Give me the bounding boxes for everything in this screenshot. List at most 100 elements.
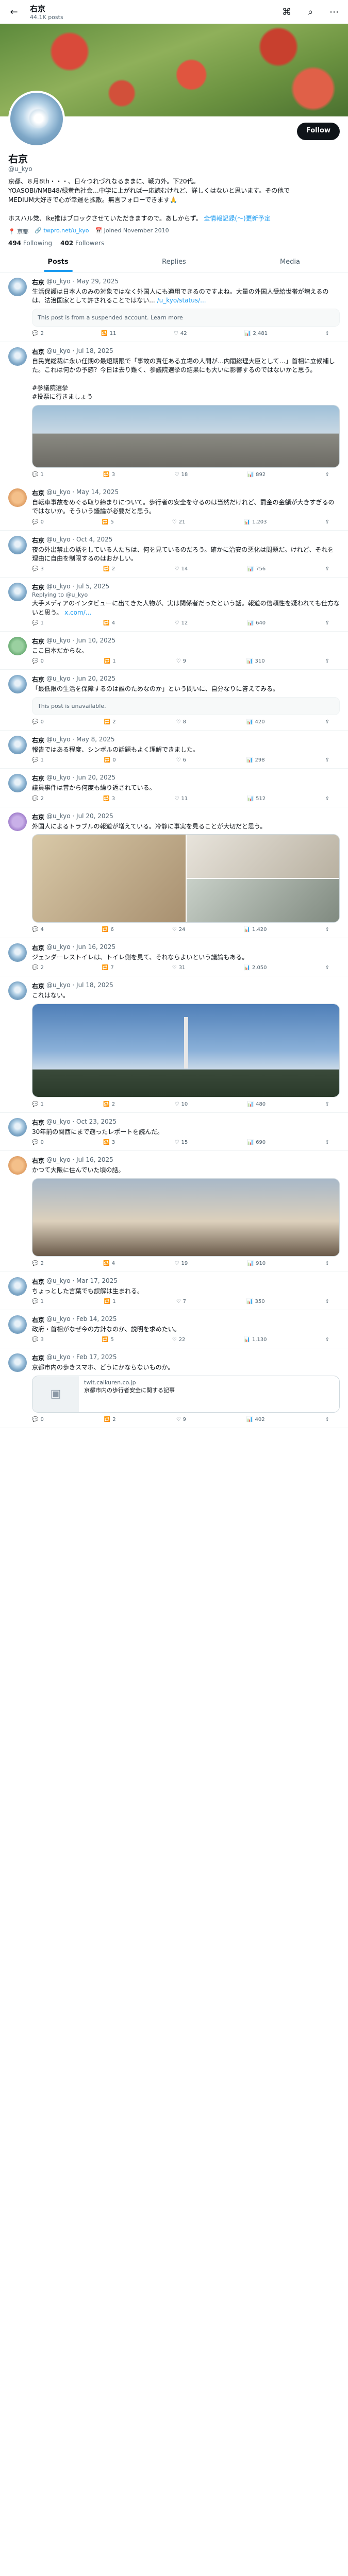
post-author-name[interactable]: 右京 [32,278,44,286]
repost-action[interactable]: 🔁 4 [103,1261,115,1266]
post-author-name[interactable]: 右京 [32,1353,44,1362]
post-image[interactable] [32,1178,339,1256]
post-author-name[interactable]: 右京 [32,812,44,821]
post-avatar[interactable] [8,774,27,793]
post[interactable]: 右京 @u_kyo · Oct 23, 2025 30年前の関西にまで遡ったレポ… [0,1113,348,1151]
post-media[interactable] [32,1003,340,1097]
repost-action[interactable]: 🔁 2 [103,1101,115,1107]
post[interactable]: 右京 @u_kyo · Oct 4, 2025 夜の外出禁止の話をしている人たち… [0,531,348,578]
post-media[interactable] [32,404,340,468]
share-action[interactable]: ⇪ [325,620,329,626]
post-avatar[interactable] [8,675,27,694]
post-avatar[interactable] [8,347,27,366]
share-action[interactable]: ⇪ [325,1261,329,1266]
reply-action[interactable]: 💬 0 [32,719,44,725]
post-avatar[interactable] [8,981,27,1001]
post-author-name[interactable]: 右京 [32,536,44,545]
views-action[interactable]: 📊 2,050 [243,965,267,971]
reply-action[interactable]: 💬 1 [32,757,44,763]
like-action[interactable]: ♡ 10 [175,1101,188,1107]
post-author-name[interactable]: 右京 [32,1156,44,1165]
share-action[interactable]: ⇪ [325,566,329,572]
reply-action[interactable]: 💬 3 [32,1337,44,1343]
post-author-name[interactable]: 右京 [32,347,44,356]
tab-replies[interactable]: Replies [116,251,232,272]
views-action[interactable]: 📊 298 [246,757,265,763]
share-action[interactable]: ⇪ [325,757,329,763]
like-action[interactable]: ♡ 31 [172,965,186,971]
share-action[interactable]: ⇪ [325,472,329,478]
post-author-name[interactable]: 右京 [32,675,44,684]
like-action[interactable]: ♡ 6 [176,757,186,763]
repost-action[interactable]: 🔁 4 [103,620,115,626]
repost-action[interactable]: 🔁 5 [102,519,114,525]
post[interactable]: 右京 @u_kyo · Jul 18, 2025 これはない。 💬 1 🔁 2 ♡ 1… [0,976,348,1113]
post-avatar[interactable] [8,637,27,656]
repost-action[interactable]: 🔁 3 [103,1140,115,1145]
following-stat[interactable]: 494 Following [8,240,52,247]
post[interactable]: 右京 @u_kyo · Jun 20, 2025 議員事件は昔から何度も繰り返さ… [0,769,348,807]
repost-action[interactable]: 🔁 1 [104,1299,116,1304]
repost-action[interactable]: 🔁 3 [103,796,115,802]
post-avatar[interactable] [8,583,27,602]
repost-action[interactable]: 🔁 1 [104,658,116,664]
website-link[interactable]: 🔗 twpro.net/u_kyo [35,227,89,235]
search-icon[interactable]: ⌕ [303,4,318,20]
more-icon[interactable]: ⋯ [326,4,342,20]
repost-action[interactable]: 🔁 0 [104,757,116,763]
reply-action[interactable]: 💬 0 [32,1140,44,1145]
post[interactable]: 右京 @u_kyo · Jul 20, 2025 外国人によるトラブルの報道が増… [0,807,348,939]
post-author-name[interactable]: 右京 [32,736,44,744]
views-action[interactable]: 📊 690 [247,1140,266,1145]
share-action[interactable]: ⇪ [325,1417,329,1422]
like-action[interactable]: ♡ 18 [175,472,188,478]
post[interactable]: 右京 @u_kyo · May 8, 2025 報告ではある程度、シンボルの話題… [0,731,348,769]
views-action[interactable]: 📊 420 [246,719,265,725]
reply-action[interactable]: 💬 1 [32,472,44,478]
like-action[interactable]: ♡ 19 [175,1261,188,1266]
like-action[interactable]: ♡ 8 [176,719,186,725]
repost-action[interactable]: 🔁 3 [103,472,115,478]
bio-link[interactable]: 全情報記録(〜)更新予定 [204,215,270,222]
post-media[interactable] [32,834,340,923]
views-action[interactable]: 📊 1,130 [243,1337,267,1343]
followers-stat[interactable]: 402 Followers [60,240,104,247]
post-author-name[interactable]: 右京 [32,1315,44,1324]
post[interactable]: 右京 @u_kyo · Mar 17, 2025 ちょっとした言葉でも誤解は生ま… [0,1272,348,1310]
like-action[interactable]: ♡ 24 [172,927,186,933]
views-action[interactable]: 📊 1,420 [243,927,267,933]
repost-action[interactable]: 🔁 2 [103,566,115,572]
post-avatar[interactable] [8,735,27,754]
share-action[interactable]: ⇪ [325,1101,329,1107]
share-action[interactable]: ⇪ [325,519,329,525]
post-author-name[interactable]: 右京 [32,1118,44,1127]
follow-button[interactable]: Follow [296,123,340,140]
post-avatar[interactable] [8,1277,27,1296]
views-action[interactable]: 📊 756 [247,566,266,572]
post-author-name[interactable]: 右京 [32,637,44,646]
link-card[interactable]: ▣ twit.calkuren.co.jp 京都市内の歩行者安全に関する記事 [32,1375,340,1413]
share-action[interactable]: ⇪ [325,1299,329,1304]
post[interactable]: 右京 @u_kyo · Jun 20, 2025 「最低限の生活を保障するのは誰… [0,670,348,731]
reply-action[interactable]: 💬 2 [32,1261,44,1266]
reply-action[interactable]: 💬 1 [32,1299,44,1304]
post-image[interactable] [32,1004,339,1097]
reply-action[interactable]: 💬 2 [32,796,44,802]
views-action[interactable]: 📊 402 [246,1417,265,1422]
repost-action[interactable]: 🔁 11 [101,331,116,336]
repost-action[interactable]: 🔁 6 [102,927,114,933]
post[interactable]: 右京 @u_kyo · Feb 17, 2025 京都市内の歩きスマホ、どうにか… [0,1348,348,1428]
views-action[interactable]: 📊 892 [247,472,266,478]
post-avatar[interactable] [8,1315,27,1334]
post[interactable]: 右京 @u_kyo · May 29, 2025 生活保護は日本人のみの対象では… [0,273,348,342]
post[interactable]: 右京 @u_kyo · Jul 18, 2025 自民党総裁に永い任期の最短期限… [0,342,348,483]
post-author-name[interactable]: 右京 [32,583,44,591]
share-action[interactable]: ⇪ [325,796,329,802]
views-action[interactable]: 📊 910 [247,1261,266,1266]
post-avatar[interactable] [8,488,27,507]
tab-media[interactable]: Media [232,251,348,272]
grok-icon[interactable]: ⌘ [279,4,294,20]
views-action[interactable]: 📊 480 [247,1101,266,1107]
post-image[interactable] [32,405,339,467]
like-action[interactable]: ♡ 9 [176,658,186,664]
